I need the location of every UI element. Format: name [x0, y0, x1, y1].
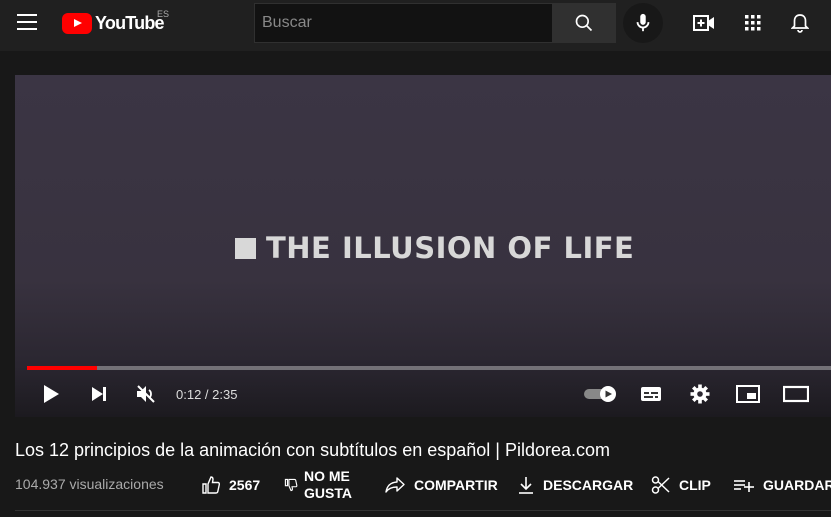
progress-bar[interactable] — [27, 366, 831, 370]
theater-mode-icon — [783, 385, 809, 403]
duration: 2:35 — [212, 387, 238, 402]
video-player[interactable]: THE ILLUSION OF LIFE 0:12 / 2:35 — [15, 75, 831, 417]
video-frame-title-text: THE ILLUSION OF LIFE — [266, 231, 635, 265]
share-label: COMPARTIR — [414, 477, 498, 493]
download-label: DESCARGAR — [543, 477, 634, 493]
save-button[interactable]: GUARDAR — [733, 468, 831, 502]
voice-search-button[interactable] — [623, 3, 663, 43]
like-count: 2567 — [229, 477, 261, 493]
notifications-button[interactable] — [788, 11, 812, 35]
share-button[interactable]: COMPARTIR — [384, 468, 498, 502]
youtube-logo[interactable]: YouTube — [62, 12, 165, 34]
scissors-icon — [651, 476, 670, 494]
download-button[interactable]: DESCARGAR — [517, 468, 633, 502]
share-arrow-icon — [385, 477, 405, 493]
video-frame-title: THE ILLUSION OF LIFE — [235, 231, 634, 265]
progress-bar-played — [27, 366, 97, 370]
dislike-button[interactable]: NO ME GUSTA — [284, 468, 352, 502]
logo-text: YouTube — [95, 12, 165, 33]
create-button[interactable] — [692, 11, 716, 35]
clip-label: CLIP — [679, 477, 711, 493]
search-input[interactable] — [254, 3, 552, 43]
top-bar: YouTube ES — [0, 0, 831, 51]
title-square-mark — [235, 237, 256, 259]
view-count: 104.937 visualizaciones — [15, 476, 164, 492]
next-video-button[interactable] — [84, 381, 114, 407]
next-icon — [92, 387, 106, 401]
search-bar — [254, 3, 616, 43]
section-divider — [15, 510, 831, 511]
dislike-label: NO ME GUSTA — [304, 468, 352, 502]
apps-button[interactable] — [741, 11, 765, 35]
time-separator: / — [201, 387, 213, 402]
play-button[interactable] — [36, 381, 66, 407]
theater-mode-button[interactable] — [781, 381, 811, 407]
current-time: 0:12 — [176, 387, 202, 402]
thumbs-down-icon — [284, 478, 298, 492]
save-label: GUARDAR — [763, 477, 831, 493]
miniplayer-button[interactable] — [733, 381, 763, 407]
play-icon — [44, 385, 59, 403]
microphone-icon — [636, 13, 650, 32]
search-button[interactable] — [552, 3, 616, 43]
apps-icon — [745, 15, 761, 31]
menu-icon[interactable] — [17, 14, 37, 30]
add-to-playlist-icon — [734, 480, 754, 492]
search-icon — [575, 14, 593, 32]
download-icon — [519, 477, 533, 494]
settings-button[interactable] — [685, 381, 715, 407]
subtitles-button[interactable] — [636, 381, 666, 407]
dislike-label-line1: NO ME — [304, 468, 350, 484]
dislike-label-line2: GUSTA — [304, 485, 352, 501]
autoplay-toggle[interactable] — [582, 381, 620, 407]
subtitles-icon — [641, 387, 661, 401]
miniplayer-icon — [736, 385, 760, 403]
like-button[interactable]: 2567 — [201, 468, 260, 502]
mute-button[interactable] — [131, 381, 161, 407]
autoplay-toggle-icon — [584, 386, 616, 402]
thumbs-up-icon — [202, 476, 221, 494]
video-title: Los 12 principios de la animación con su… — [15, 440, 611, 460]
create-video-icon — [693, 15, 714, 31]
notifications-bell-icon — [791, 14, 809, 33]
youtube-logo-icon — [62, 12, 92, 34]
region-code: ES — [157, 9, 170, 19]
muted-volume-icon — [137, 385, 155, 403]
clip-button[interactable]: CLIP — [651, 468, 711, 502]
settings-gear-icon — [690, 384, 710, 404]
time-display: 0:12 / 2:35 — [176, 387, 237, 402]
